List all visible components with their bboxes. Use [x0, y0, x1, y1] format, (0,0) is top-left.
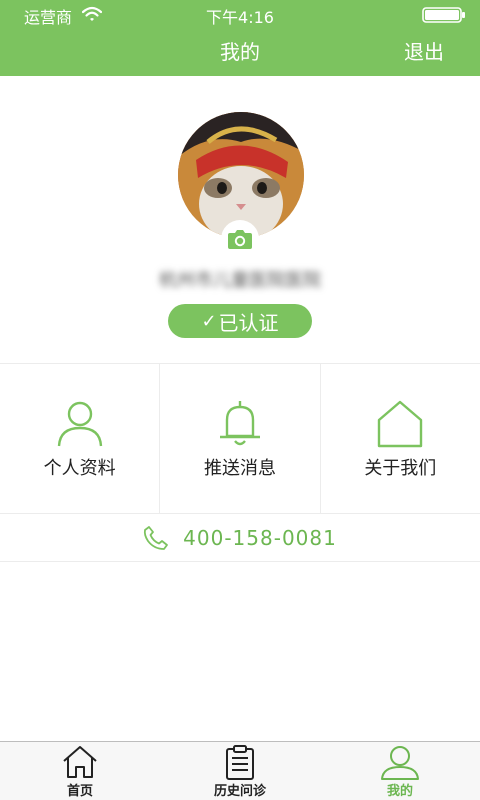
battery-icon	[422, 7, 465, 23]
tab-mine[interactable]: 我的	[320, 742, 480, 800]
person-icon	[57, 401, 102, 447]
bell-icon	[219, 401, 260, 446]
logout-button[interactable]: 退出	[404, 36, 444, 65]
menu-item-notifications[interactable]: 推送消息	[159, 364, 319, 513]
status-time: 下午4:16	[206, 8, 274, 27]
menu-item-about[interactable]: 关于我们	[319, 364, 480, 513]
tab-label-history: 历史问诊	[213, 784, 266, 799]
menu-label-about: 关于我们	[364, 458, 437, 479]
user-icon	[381, 746, 419, 780]
check-icon: ✓	[201, 310, 217, 332]
verified-label: 已认证	[218, 310, 279, 335]
tab-label-home: 首页	[66, 784, 93, 799]
tab-home[interactable]: 首页	[0, 742, 160, 800]
menu-grid: 个人资料 推送消息 关于我们	[0, 364, 480, 514]
clipboard-icon	[226, 745, 254, 780]
profile-section: 杭州市儿童医院医院 ✓ 已认证	[0, 76, 480, 364]
camera-icon	[228, 230, 252, 249]
organization-name: 杭州市儿童医院医院	[159, 270, 321, 291]
status-bar: 运营商 下午4:16	[0, 0, 480, 28]
phone-icon	[144, 525, 169, 550]
hotline-number[interactable]: 400-158-0081	[183, 526, 337, 550]
tab-bar: 首页 历史问诊 我的	[0, 741, 480, 800]
menu-label-profile: 个人资料	[43, 458, 116, 479]
verified-badge: ✓ 已认证	[168, 304, 312, 338]
menu-item-profile[interactable]: 个人资料	[0, 364, 159, 513]
house-icon	[378, 400, 423, 448]
tab-label-mine: 我的	[386, 784, 413, 799]
hotline-row[interactable]: 400-158-0081	[0, 514, 480, 562]
tab-history[interactable]: 历史问诊	[160, 742, 320, 800]
camera-button[interactable]	[221, 220, 259, 258]
home-icon	[63, 746, 97, 778]
header: 运营商 下午4:16 我的 退出	[0, 0, 480, 76]
menu-label-notifications: 推送消息	[203, 458, 276, 479]
